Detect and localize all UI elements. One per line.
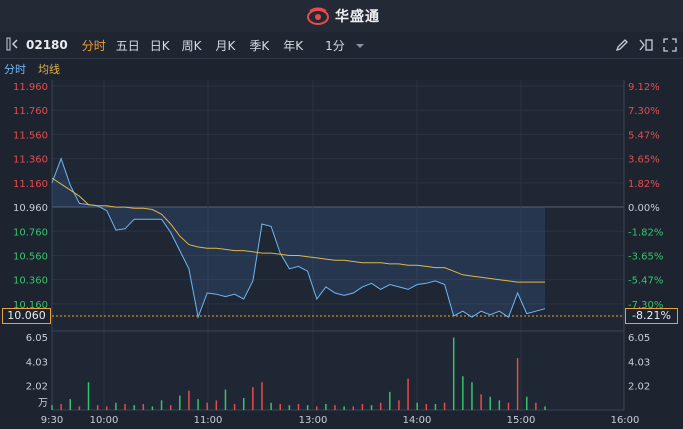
fullscreen-icon[interactable]	[663, 38, 677, 52]
pct-tick-label: -1.82%	[628, 227, 663, 238]
price-tick-label: 11.160	[13, 179, 48, 190]
time-tick-label: 10:00	[90, 415, 119, 426]
pct-tick-label: 0.00%	[628, 203, 660, 214]
time-share-chart[interactable]: 11.960 9.12% 11.760 7.30% 11.560 5.47% 11.360 3…	[0, 79, 683, 429]
stock-code: 02180	[26, 38, 68, 52]
current-price-tag: 10.060	[2, 308, 51, 324]
price-tick-label: 10.560	[13, 251, 48, 262]
collapse-left-icon[interactable]	[6, 36, 20, 55]
price-tick-label: 11.960	[13, 82, 48, 93]
pct-tick-label: -5.47%	[628, 276, 663, 287]
price-tick-label: 10.760	[13, 227, 48, 238]
time-tick-label: 11:00	[194, 415, 223, 426]
pct-tick-label: 5.47%	[628, 130, 660, 141]
tab-quarterly-k[interactable]: 季K	[249, 37, 269, 54]
tab-time-share[interactable]: 分时	[82, 37, 106, 54]
price-tick-label: 11.760	[13, 106, 48, 117]
top-bar: 华盛通	[0, 0, 683, 33]
tab-monthly-k[interactable]: 月K	[216, 37, 236, 54]
current-pct-tag: -8.21%	[625, 308, 678, 324]
time-tick-label: 16:00	[611, 415, 640, 426]
toolbar: 02180 分时 五日 日K 周K 月K 季K 年K 1分	[0, 32, 683, 59]
pct-tick-label: -3.65%	[628, 251, 663, 262]
tab-weekly-k[interactable]: 周K	[182, 37, 202, 54]
app-title: 华盛通	[335, 9, 380, 25]
period-label: 1分	[325, 38, 345, 53]
pencil-icon[interactable]	[615, 38, 629, 52]
chart-tools	[615, 38, 677, 52]
price-tick-label: 11.360	[13, 155, 48, 166]
chevron-down-icon	[355, 43, 364, 48]
time-tick-label: 9:30	[41, 415, 63, 426]
volume-tick-label-right: 6.05	[628, 333, 650, 344]
legend-bar: 分时 均线	[0, 59, 683, 79]
time-tick-label: 13:00	[299, 415, 328, 426]
volume-tick-label: 2.02	[26, 382, 48, 393]
legend-avg-line: 均线	[38, 63, 60, 76]
brand: 华盛通	[307, 6, 380, 26]
tab-daily-k[interactable]: 日K	[150, 37, 170, 54]
price-tick-label: 10.360	[13, 276, 48, 287]
legend-time-share: 分时	[4, 63, 26, 76]
layout-expand-icon[interactable]	[639, 38, 653, 52]
time-tick-label: 15:00	[507, 415, 536, 426]
volume-tick-label: 4.03	[26, 357, 48, 368]
period-select[interactable]: 1分	[325, 37, 364, 54]
price-tick-label: 10.960	[13, 203, 48, 214]
pct-tick-label: 9.12%	[628, 82, 660, 93]
tab-yearly-k[interactable]: 年K	[283, 37, 303, 54]
tab-five-day[interactable]: 五日	[116, 37, 140, 54]
pct-tick-label: 7.30%	[628, 106, 660, 117]
price-tick-label: 11.560	[13, 130, 48, 141]
volume-unit-label: 万	[38, 398, 48, 409]
volume-tick-label-right: 4.03	[628, 357, 650, 368]
volume-tick-label-right: 2.02	[628, 382, 650, 393]
volume-tick-label: 6.05	[26, 333, 48, 344]
pct-tick-label: 3.65%	[628, 155, 660, 166]
pct-tick-label: 1.82%	[628, 179, 660, 190]
time-tick-label: 14:00	[403, 415, 432, 426]
brand-logo-icon	[307, 7, 329, 25]
